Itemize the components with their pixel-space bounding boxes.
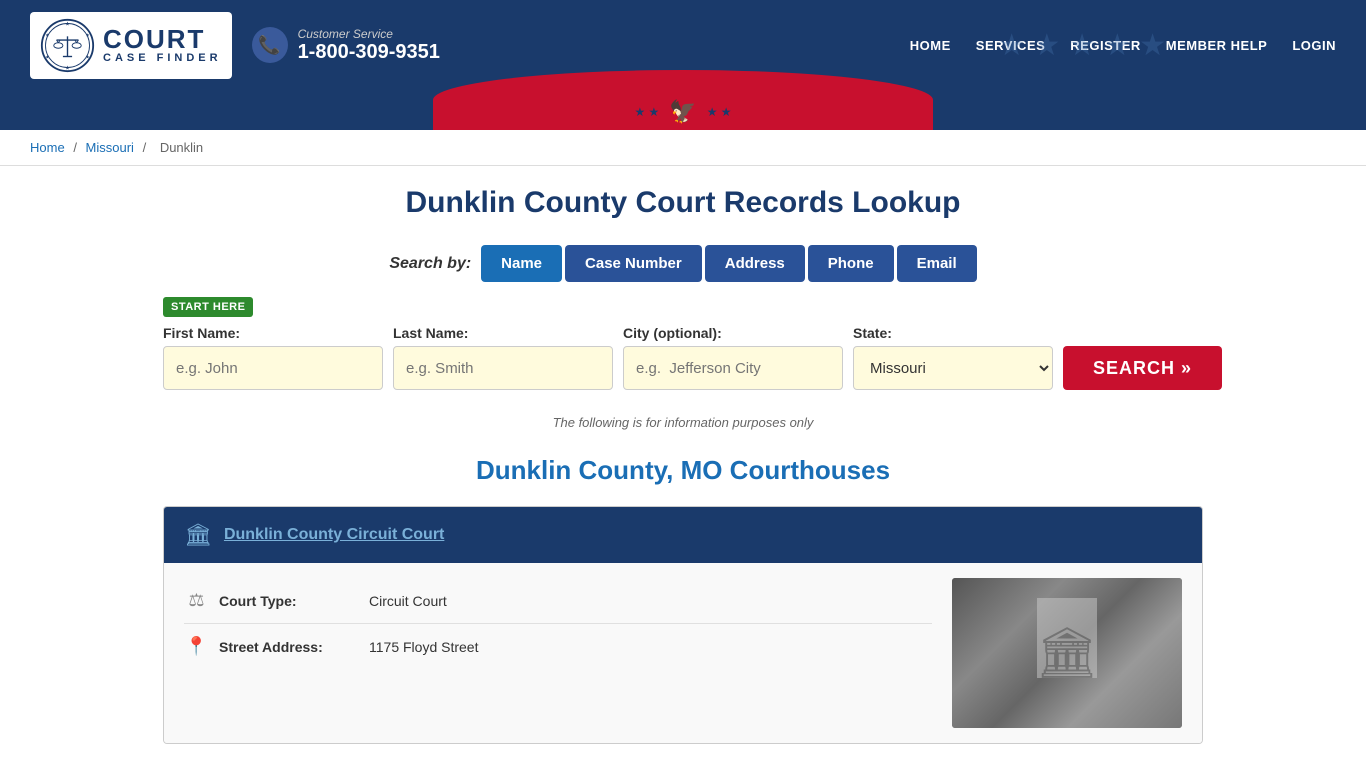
cs-label: Customer Service: [298, 27, 440, 41]
phone-icon: 📞: [252, 27, 288, 63]
address-value: 1175 Floyd Street: [369, 639, 478, 655]
tab-phone[interactable]: Phone: [808, 245, 894, 282]
tab-case-number[interactable]: Case Number: [565, 245, 702, 282]
cs-text: Customer Service 1-800-309-9351: [298, 27, 440, 64]
search-form: START HERE First Name: Last Name: City (…: [163, 297, 1203, 400]
logo-court-label: COURT: [103, 26, 222, 52]
search-by-label: Search by:: [389, 255, 471, 273]
last-name-group: Last Name:: [393, 325, 613, 390]
header-swoosh: ★ ★ 🦅 ★ ★: [0, 90, 1366, 130]
svg-text:★: ★: [65, 20, 70, 27]
header-stars-decoration: ★ ★ ★ ★ ★: [998, 0, 1166, 90]
last-name-label: Last Name:: [393, 325, 613, 341]
court-type-label: Court Type:: [219, 593, 359, 609]
courthouse-header: 🏛 Dunklin County Circuit Court: [164, 507, 1202, 563]
first-name-input[interactable]: [163, 346, 383, 390]
last-name-input[interactable]: [393, 346, 613, 390]
swoosh-arc: ★ ★ 🦅 ★ ★: [433, 70, 933, 130]
main-content: Dunklin County Court Records Lookup Sear…: [133, 166, 1233, 784]
logo-emblem-icon: ★ ★ ★ ★ ★ ★: [40, 18, 95, 73]
court-type-icon: ⚖: [184, 590, 209, 611]
address-label: Street Address:: [219, 639, 359, 655]
nav-member-help[interactable]: MEMBER HELP: [1166, 38, 1268, 53]
info-note: The following is for information purpose…: [163, 415, 1203, 430]
breadcrumb-state[interactable]: Missouri: [86, 140, 134, 155]
breadcrumb: Home / Missouri / Dunklin: [0, 130, 1366, 166]
form-fields: First Name: Last Name: City (optional): …: [163, 325, 1203, 390]
courthouse-building-icon: 🏛: [184, 522, 212, 548]
courthouses-title: Dunklin County, MO Courthouses: [163, 455, 1203, 486]
courthouse-details: ⚖ Court Type: Circuit Court 📍 Street Add…: [184, 578, 932, 728]
page-title: Dunklin County Court Records Lookup: [163, 186, 1203, 220]
court-type-value: Circuit Court: [369, 593, 447, 609]
customer-service: 📞 Customer Service 1-800-309-9351: [252, 27, 440, 64]
breadcrumb-county: Dunklin: [160, 140, 203, 155]
logo[interactable]: ★ ★ ★ ★ ★ ★ COURT CASE FINDER: [30, 12, 232, 79]
first-name-group: First Name:: [163, 325, 383, 390]
courthouse-card: 🏛 Dunklin County Circuit Court ⚖ Court T…: [163, 506, 1203, 744]
search-by-row: Search by: Name Case Number Address Phon…: [163, 245, 1203, 282]
city-label: City (optional):: [623, 325, 843, 341]
svg-text:★: ★: [65, 64, 70, 71]
logo-text: COURT CASE FINDER: [103, 26, 222, 64]
state-group: State: Missouri: [853, 325, 1053, 390]
tab-address[interactable]: Address: [705, 245, 805, 282]
courthouse-body: ⚖ Court Type: Circuit Court 📍 Street Add…: [164, 563, 1202, 743]
city-input[interactable]: [623, 346, 843, 390]
logo-finder-label: CASE FINDER: [103, 52, 222, 64]
start-here-badge: START HERE: [163, 297, 253, 317]
nav-home[interactable]: HOME: [910, 38, 951, 53]
cs-phone: 1-800-309-9351: [298, 41, 440, 64]
first-name-label: First Name:: [163, 325, 383, 341]
header-left: ★ ★ ★ ★ ★ ★ COURT CASE FINDER: [30, 12, 440, 79]
nav-login[interactable]: LOGIN: [1292, 38, 1336, 53]
courthouse-img-placeholder: [952, 578, 1182, 728]
state-select[interactable]: Missouri: [853, 346, 1053, 390]
breadcrumb-home[interactable]: Home: [30, 140, 65, 155]
tab-name[interactable]: Name: [481, 245, 562, 282]
state-label: State:: [853, 325, 1053, 341]
tab-email[interactable]: Email: [897, 245, 977, 282]
courthouse-name[interactable]: Dunklin County Circuit Court: [224, 526, 444, 544]
search-tabs: Name Case Number Address Phone Email: [481, 245, 976, 282]
address-icon: 📍: [184, 636, 209, 657]
courthouse-image: [952, 578, 1182, 728]
search-button[interactable]: SEARCH »: [1063, 346, 1222, 390]
eagle-icon: ★ ★ 🦅 ★ ★: [634, 99, 731, 125]
city-group: City (optional):: [623, 325, 843, 390]
detail-row-court-type: ⚖ Court Type: Circuit Court: [184, 578, 932, 624]
detail-row-address: 📍 Street Address: 1175 Floyd Street: [184, 624, 932, 669]
